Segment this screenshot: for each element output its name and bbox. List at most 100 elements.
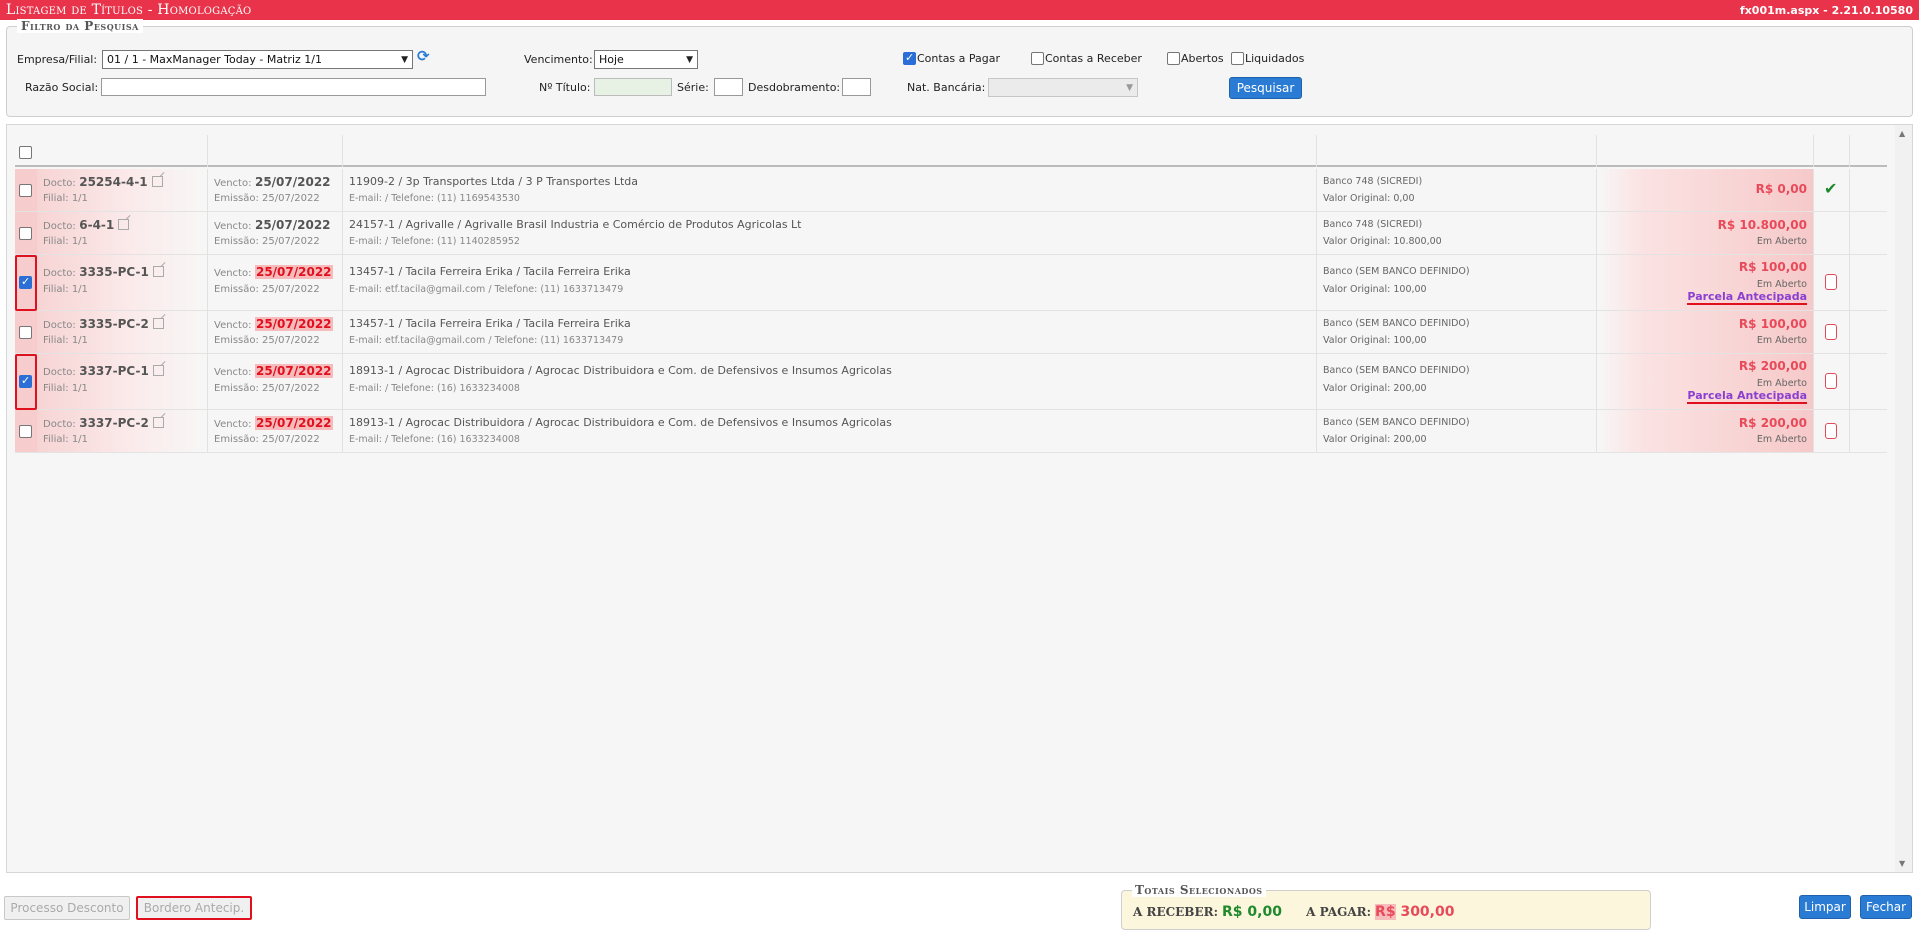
- table-row: Docto: 3337-PC-1 Filial: 1/1 Vencto: 25/…: [15, 354, 1887, 410]
- contato-text: E-mail: etf.tacila@gmail.com / Telefone:…: [349, 284, 624, 295]
- emissao-text: Emissão: 25/07/2022: [214, 335, 320, 346]
- a-pagar-currency: R$: [1375, 904, 1396, 920]
- nat-bancaria-select[interactable]: ▼: [988, 78, 1138, 97]
- vencimento-label: Vencimento:: [524, 53, 593, 66]
- processo-desconto-button[interactable]: Processo Desconto: [4, 896, 130, 920]
- serie-label: Série:: [677, 81, 709, 94]
- pessoa-text: 11909-2 / 3p Transportes Ltda / 3 P Tran…: [349, 175, 639, 188]
- liquidados-checkbox[interactable]: [1231, 52, 1244, 65]
- abertos-checkbox[interactable]: [1167, 52, 1180, 65]
- emissao-text: Emissão: 25/07/2022: [214, 284, 320, 295]
- valor-amount: R$ 0,00: [1755, 182, 1807, 196]
- vencimento-select-value: Hoje: [599, 53, 624, 66]
- emissao-text: Emissão: 25/07/2022: [214, 236, 320, 247]
- empresa-select-value: 01 / 1 - MaxManager Today - Matriz 1/1: [107, 53, 322, 66]
- valor-original-text: Valor Original: 200,00: [1323, 383, 1427, 394]
- row-checkbox[interactable]: [19, 326, 32, 339]
- chevron-down-icon: ▼: [686, 54, 693, 65]
- valor-original-text: Valor Original: 100,00: [1323, 335, 1427, 346]
- docto-number: 3337-PC-1: [79, 364, 149, 378]
- selection-highlight: [15, 255, 37, 311]
- table-row: Docto: 3337-PC-2 Filial: 1/1 Vencto: 25/…: [15, 410, 1887, 453]
- razao-social-label: Razão Social:: [25, 81, 99, 94]
- parcela-antecipada-link[interactable]: Parcela Antecipada: [1687, 389, 1807, 404]
- edit-icon[interactable]: [152, 365, 164, 376]
- vencto-date: 25/07/2022: [254, 175, 331, 189]
- desdobramento-input[interactable]: [842, 78, 871, 96]
- contato-text: E-mail: etf.tacila@gmail.com / Telefone:…: [349, 335, 624, 346]
- row-checkbox[interactable]: [19, 425, 32, 438]
- contato-text: E-mail: / Telefone: (11) 1169543530: [349, 193, 520, 204]
- desdobramento-label: Desdobramento:: [748, 81, 841, 94]
- a-receber-value: R$ 0,00: [1222, 904, 1282, 920]
- table-row: Docto: 6-4-1 Filial: 1/1 Vencto: 25/07/2…: [15, 212, 1887, 255]
- valor-amount: R$ 10.800,00: [1717, 218, 1807, 232]
- status-text: Em Aberto: [1756, 378, 1807, 389]
- page-version: fx001m.aspx - 2.21.0.10580: [1739, 3, 1913, 17]
- docto-number: 25254-4-1: [79, 175, 148, 189]
- chevron-down-icon: ▼: [401, 54, 408, 65]
- status-text: Em Aberto: [1756, 434, 1807, 445]
- delete-icon[interactable]: [1825, 373, 1837, 389]
- limpar-button[interactable]: Limpar: [1799, 895, 1851, 919]
- a-receber-label: A RECEBER:: [1133, 905, 1218, 919]
- numero-titulo-input[interactable]: [594, 78, 672, 96]
- razao-social-input[interactable]: [101, 78, 486, 96]
- contas-receber-checkbox[interactable]: [1031, 52, 1044, 65]
- emissao-text: Emissão: 25/07/2022: [214, 193, 320, 204]
- contas-pagar-checkbox[interactable]: [903, 51, 916, 65]
- grid-scrollbar[interactable]: ▲ ▼: [1895, 125, 1912, 872]
- emissao-text: Emissão: 25/07/2022: [214, 383, 320, 394]
- contato-text: E-mail: / Telefone: (11) 1140285952: [349, 236, 520, 247]
- delete-icon[interactable]: [1825, 423, 1837, 439]
- numero-titulo-label: Nº Título:: [539, 81, 591, 94]
- edit-icon[interactable]: [151, 176, 163, 187]
- banco-text: Banco 748 (SICREDI): [1323, 176, 1423, 187]
- vencto-date: 25/07/2022: [254, 364, 333, 378]
- pessoa-text: 13457-1 / Tacila Ferreira Erika / Tacila…: [349, 265, 631, 278]
- edit-icon[interactable]: [152, 417, 164, 428]
- edit-icon[interactable]: [118, 219, 130, 230]
- contas-receber-label: Contas a Receber: [1045, 52, 1142, 65]
- contato-text: E-mail: / Telefone: (16) 1633234008: [349, 434, 520, 445]
- contas-pagar-label: Contas a Pagar: [917, 52, 1001, 65]
- edit-icon[interactable]: [152, 266, 164, 277]
- valor-original-text: Valor Original: 200,00: [1323, 434, 1427, 445]
- emissao-text: Emissão: 25/07/2022: [214, 434, 320, 445]
- filial-text: Filial: 1/1: [43, 335, 88, 346]
- window-title: Listagem de Títulos - Homologação: [6, 2, 252, 18]
- filial-text: Filial: 1/1: [43, 284, 88, 295]
- vencimento-select[interactable]: Hoje ▼: [594, 50, 698, 69]
- select-all-checkbox[interactable]: [19, 146, 32, 159]
- filial-text: Filial: 1/1: [43, 383, 88, 394]
- table-row: Docto: 25254-4-1 Filial: 1/1 Vencto: 25/…: [15, 169, 1887, 212]
- parcela-antecipada-link[interactable]: Parcela Antecipada: [1687, 290, 1807, 305]
- pessoa-text: 13457-1 / Tacila Ferreira Erika / Tacila…: [349, 317, 631, 330]
- valor-amount: R$ 100,00: [1738, 317, 1807, 331]
- row-checkbox[interactable]: [19, 227, 32, 240]
- filial-text: Filial: 1/1: [43, 193, 88, 204]
- valor-amount: R$ 200,00: [1738, 359, 1807, 373]
- a-pagar-amount: 300,00: [1400, 904, 1455, 920]
- docto-number: 3335-PC-1: [79, 265, 149, 279]
- serie-input[interactable]: [714, 78, 743, 96]
- vencto-date: 25/07/2022: [254, 265, 333, 279]
- edit-icon[interactable]: [152, 318, 164, 329]
- delete-icon[interactable]: [1825, 274, 1837, 290]
- delete-icon[interactable]: [1825, 324, 1837, 340]
- valor-amount: R$ 100,00: [1738, 260, 1807, 274]
- filter-panel: Filtro da Pesquisa Empresa/Filial: 01 / …: [6, 19, 1913, 117]
- title-bar: Listagem de Títulos - Homologação fx001m…: [0, 0, 1919, 20]
- filial-text: Filial: 1/1: [43, 236, 88, 247]
- empresa-select[interactable]: 01 / 1 - MaxManager Today - Matriz 1/1 ▼: [102, 50, 413, 69]
- fechar-button[interactable]: Fechar: [1860, 895, 1912, 919]
- grid-header: [15, 135, 1887, 167]
- refresh-icon[interactable]: ⟳: [417, 47, 430, 65]
- vencto-date: 25/07/2022: [254, 218, 331, 232]
- row-checkbox[interactable]: [19, 184, 32, 197]
- scroll-down-icon[interactable]: ▼: [1899, 859, 1905, 868]
- banco-text: Banco (SEM BANCO DEFINIDO): [1323, 365, 1470, 376]
- bordero-antecip-button[interactable]: Bordero Antecip.: [136, 896, 252, 920]
- scroll-up-icon[interactable]: ▲: [1899, 129, 1905, 138]
- search-button[interactable]: Pesquisar: [1229, 77, 1302, 99]
